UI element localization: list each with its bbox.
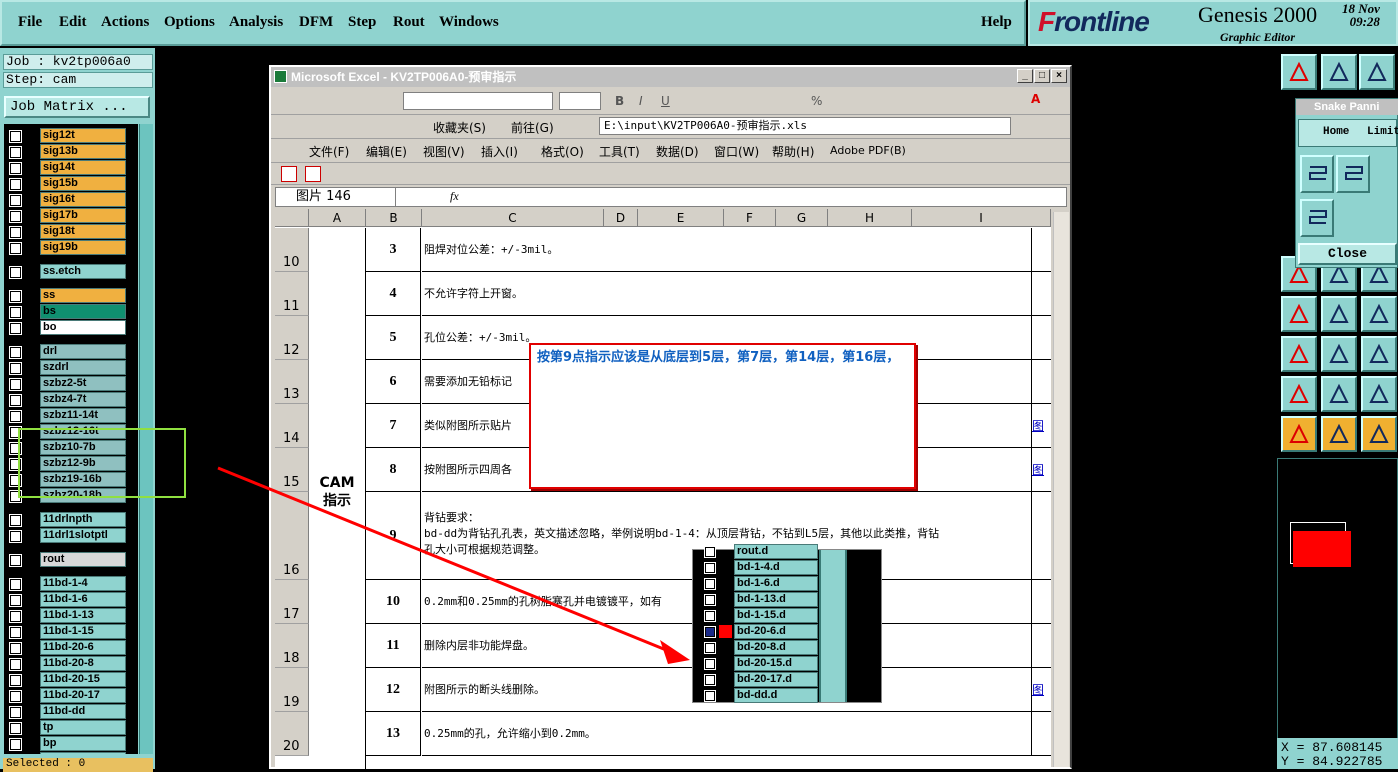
red-arrow-head xyxy=(660,640,690,664)
arrow-annotation xyxy=(217,466,690,664)
red-arrow xyxy=(217,466,677,656)
